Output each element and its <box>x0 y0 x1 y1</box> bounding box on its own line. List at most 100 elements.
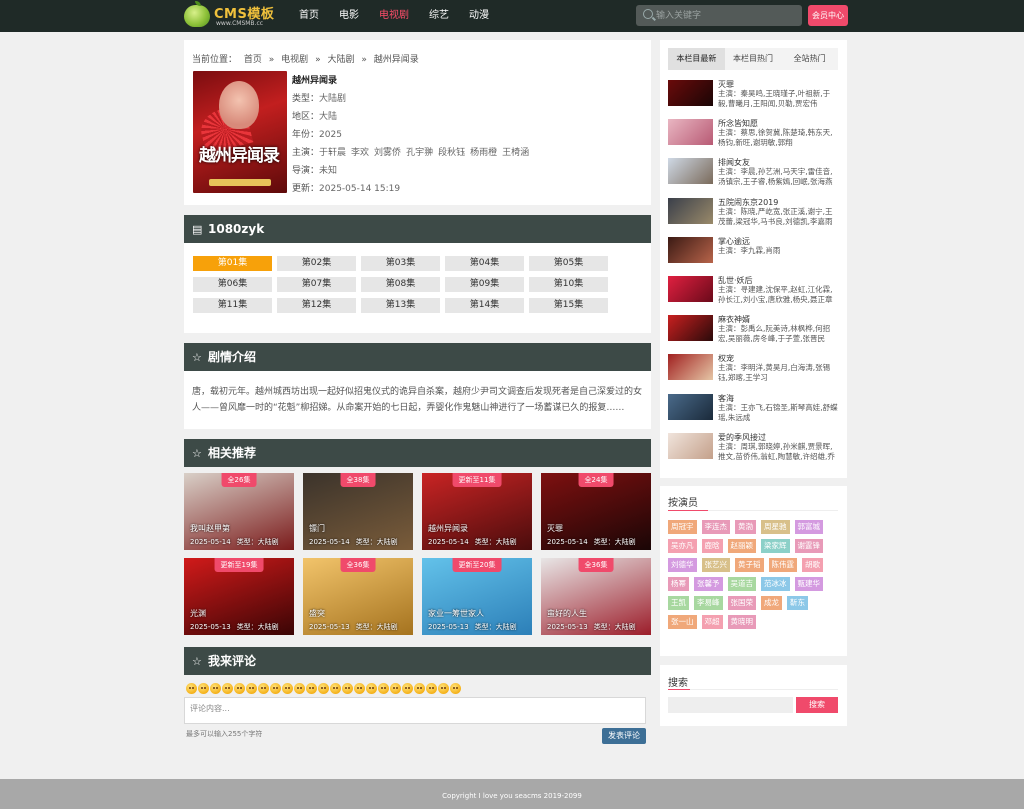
actor-tag[interactable]: 黄晓明 <box>727 615 756 629</box>
ranking-item[interactable]: 乱世·妖后 主演：寻建建,沈保平,赵虹,江化霖,孙长江,刘小宝,唐欣雅,杨央,聂正… <box>668 273 838 309</box>
episode-button[interactable]: 第04集 <box>445 256 524 271</box>
emoji-icon[interactable] <box>270 683 281 694</box>
ranking-item[interactable]: 麻衣神婿 主演：彭禹么,阮美诗,林枫桦,何招宏,吴丽薇,房冬峰,于子萱,张晋民 <box>668 312 838 348</box>
ranking-item[interactable]: 爱的季风接过 主演：周琪,郭晓婷,孙米麒,贾景晖,推文,苗侨伟,翁虹,陶慧敏,许绍… <box>668 430 838 466</box>
episode-button[interactable]: 第08集 <box>361 277 440 292</box>
actor-tag[interactable]: 甄建华 <box>794 577 823 591</box>
tab-latest[interactable]: 本栏目最新 <box>668 48 725 70</box>
nav-tv-series[interactable]: 电视剧 <box>379 0 409 32</box>
emoji-icon[interactable] <box>234 683 245 694</box>
episode-button[interactable]: 第07集 <box>277 277 356 292</box>
episode-button[interactable]: 第11集 <box>193 298 272 313</box>
actor-tag[interactable]: 梁家辉 <box>761 539 790 553</box>
tab-hot[interactable]: 本栏目热门 <box>725 48 782 70</box>
episode-button[interactable]: 第10集 <box>529 277 608 292</box>
actor-tag[interactable]: 吴亦凡 <box>668 539 697 553</box>
actor-tag[interactable]: 王凯 <box>668 596 689 610</box>
comment-textarea[interactable] <box>184 697 646 724</box>
emoji-icon[interactable] <box>318 683 329 694</box>
search-icon[interactable] <box>643 9 653 19</box>
member-center-button[interactable]: 会员中心 <box>808 5 848 26</box>
ranking-item[interactable]: 灭罪 主演：秦昊鸣,王晓瑾子,叶祖新,于毅,曹曦月,王阳闻,贝勒,贾宏伟 <box>668 77 838 113</box>
ranking-thumbnail[interactable] <box>668 315 713 342</box>
emoji-icon[interactable] <box>186 683 197 694</box>
emoji-icon[interactable] <box>390 683 401 694</box>
ranking-item[interactable]: 客海 主演：王亦飞,石锦圣,斯琴高娃,舒蝶瑶,朱远成 <box>668 391 838 427</box>
emoji-icon[interactable] <box>402 683 413 694</box>
actor-tag[interactable]: 张国荣 <box>727 596 756 610</box>
actor-tag[interactable]: 陈伟霆 <box>768 558 797 572</box>
emoji-icon[interactable] <box>426 683 437 694</box>
actor-tag[interactable]: 鹿晗 <box>701 539 723 553</box>
actor-tag[interactable]: 张一山 <box>668 615 697 629</box>
actor-tag[interactable]: 张艺兴 <box>701 558 730 572</box>
cast-link[interactable]: 杨雨橙 <box>470 148 497 158</box>
emoji-icon[interactable] <box>378 683 389 694</box>
actor-tag[interactable]: 周星驰 <box>761 520 790 534</box>
related-card[interactable]: 全36集 蛮好的人生 2025-05-13 类型：大陆剧 <box>541 558 651 635</box>
cast-link[interactable]: 王椅涵 <box>502 148 529 158</box>
sidebar-search-button[interactable]: 搜索 <box>796 697 838 713</box>
emoji-icon[interactable] <box>210 683 221 694</box>
actor-tag[interactable]: 成龙 <box>761 596 782 610</box>
actor-tag[interactable]: 刘德华 <box>668 558 697 572</box>
ranking-item[interactable]: 五院闹东京2019 主演：陈晓,严屹宽,张正溪,谢宁,王茂蕾,梁冠华,马书良,刘德… <box>668 195 838 231</box>
actor-tag[interactable]: 黄子韬 <box>735 558 764 572</box>
actor-tag[interactable]: 周冠宇 <box>668 520 697 534</box>
ranking-thumbnail[interactable] <box>668 236 713 263</box>
cast-link[interactable]: 李欢 <box>351 148 369 158</box>
sidebar-search-input[interactable] <box>668 697 793 713</box>
episode-button[interactable]: 第05集 <box>529 256 608 271</box>
episode-button[interactable]: 第01集 <box>193 256 272 271</box>
emoji-icon[interactable] <box>414 683 425 694</box>
ranking-item[interactable]: 排闻女友 主演：李晨,孙艺洲,马天宇,雷佳音,汤镇宗,王子睿,杨紫嫣,回岷,张海燕 <box>668 155 838 191</box>
emoji-icon[interactable] <box>282 683 293 694</box>
cast-link[interactable]: 于轩晨 <box>319 148 346 158</box>
emoji-icon[interactable] <box>198 683 209 694</box>
related-card[interactable]: 更新至11集 越州异闻录 2025-05-14 类型：大陆剧 <box>422 473 532 550</box>
related-card[interactable]: 全24集 灭罪 2025-05-14 类型：大陆剧 <box>541 473 651 550</box>
poster-image[interactable]: 越州异闻录 <box>193 71 287 193</box>
tab-site-hot[interactable]: 全站热门 <box>781 48 838 70</box>
cast-link[interactable]: 段秋钰 <box>438 148 465 158</box>
ranking-thumbnail[interactable] <box>668 393 713 420</box>
breadcrumb-mainland[interactable]: 大陆剧 <box>327 55 354 65</box>
related-card[interactable]: 更新至20集 家业一筹世家人 2025-05-13 类型：大陆剧 <box>422 558 532 635</box>
emoji-icon[interactable] <box>222 683 233 694</box>
ranking-thumbnail[interactable] <box>668 354 713 381</box>
nav-movies[interactable]: 电影 <box>339 0 359 32</box>
actor-tag[interactable]: 张馨予 <box>694 577 723 591</box>
related-card[interactable]: 全26集 我叫赵甲第 2025-05-14 类型：大陆剧 <box>184 473 294 550</box>
actor-tag[interactable]: 邓超 <box>701 615 723 629</box>
top-search-input[interactable] <box>656 5 796 26</box>
breadcrumb-tv[interactable]: 电视剧 <box>281 55 308 65</box>
actor-tag[interactable]: 李易峰 <box>694 596 723 610</box>
actor-tag[interactable]: 范冰冰 <box>761 577 790 591</box>
actor-tag[interactable]: 李连杰 <box>701 520 730 534</box>
episode-button[interactable]: 第06集 <box>193 277 272 292</box>
episode-button[interactable]: 第03集 <box>361 256 440 271</box>
episode-button[interactable]: 第12集 <box>277 298 356 313</box>
actor-tag[interactable]: 胡歌 <box>802 558 823 572</box>
ranking-item[interactable]: 所念皆知愿 主演：蔡思,徐贺冀,陈楚琦,韩东天,杨钧,新旺,谢玥敏,郭翔 <box>668 116 838 152</box>
emoji-icon[interactable] <box>294 683 305 694</box>
actor-tag[interactable]: 杨幂 <box>668 577 689 591</box>
nav-home[interactable]: 首页 <box>299 0 319 32</box>
emoji-icon[interactable] <box>354 683 365 694</box>
emoji-icon[interactable] <box>306 683 317 694</box>
ranking-thumbnail[interactable] <box>668 276 713 302</box>
emoji-icon[interactable] <box>438 683 449 694</box>
emoji-icon[interactable] <box>246 683 257 694</box>
emoji-icon[interactable] <box>450 683 461 694</box>
actor-tag[interactable]: 赵丽颖 <box>727 539 756 553</box>
cast-link[interactable]: 刘雾侨 <box>374 148 401 158</box>
ranking-thumbnail[interactable] <box>668 80 713 106</box>
episode-button[interactable]: 第09集 <box>445 277 524 292</box>
emoji-icon[interactable] <box>330 683 341 694</box>
ranking-thumbnail[interactable] <box>668 197 713 224</box>
nav-anime[interactable]: 动漫 <box>469 0 489 32</box>
emoji-icon[interactable] <box>366 683 377 694</box>
actor-tag[interactable]: 郭富城 <box>794 520 823 534</box>
actor-tag[interactable]: 黄渤 <box>735 520 756 534</box>
related-card[interactable]: 更新至19集 光渊 2025-05-13 类型：大陆剧 <box>184 558 294 635</box>
